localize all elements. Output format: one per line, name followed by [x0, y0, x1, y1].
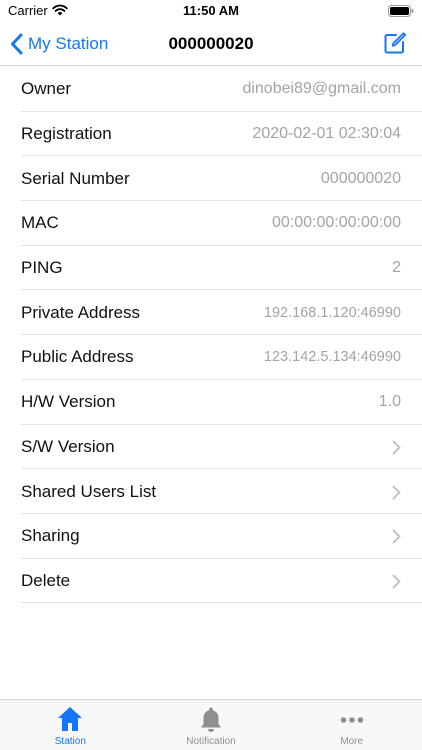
- row-ping: PING 2: [0, 246, 422, 291]
- tab-label: More: [340, 736, 364, 747]
- row-label: H/W Version: [21, 392, 116, 412]
- row-label: Sharing: [21, 526, 80, 546]
- row-label: Delete: [21, 570, 71, 590]
- public-address-value: 123.142.5.134:46990: [263, 349, 401, 366]
- registration-value: 2020-02-01 02:30:04: [252, 125, 401, 143]
- compose-icon[interactable]: [383, 31, 407, 55]
- more-icon: [340, 717, 363, 723]
- status-bar: Carrier 11:50 AM: [0, 0, 422, 22]
- chevron-right-icon: [392, 485, 401, 500]
- tab-label: Station: [54, 736, 86, 747]
- private-address-value: 192.168.1.120:46990: [263, 304, 401, 321]
- row-hw-version: H/W Version 1.0: [0, 380, 422, 425]
- row-label: Registration: [21, 124, 112, 144]
- row-label: Owner: [21, 79, 72, 99]
- tab-more[interactable]: More: [281, 700, 422, 750]
- row-sw-version[interactable]: S/W Version: [0, 425, 422, 470]
- home-icon: [58, 707, 83, 731]
- clock-time: 11:50 AM: [183, 3, 239, 18]
- row-registration: Registration 2020-02-01 02:30:04: [0, 112, 422, 157]
- station-detail-list: Owner dinobei89@gmail.com Registration 2…: [0, 67, 422, 603]
- tab-label: Notification: [186, 736, 236, 747]
- hw-version-value: 1.0: [378, 393, 401, 411]
- chevron-right-icon: [392, 440, 401, 455]
- serial-number-value: 000000020: [320, 169, 401, 187]
- tab-station[interactable]: Station: [0, 700, 141, 750]
- chevron-right-icon: [392, 529, 401, 544]
- row-label: Public Address: [21, 347, 134, 367]
- page-title: 000000020: [168, 34, 254, 53]
- row-sharing[interactable]: Sharing: [0, 514, 422, 559]
- navigation-bar: My Station 000000020: [0, 22, 422, 66]
- row-private-address: Private Address 192.168.1.120:46990: [0, 290, 422, 335]
- owner-value: dinobei89@gmail.com: [242, 80, 401, 98]
- row-public-address: Public Address 123.142.5.134:46990: [0, 335, 422, 380]
- row-label: Private Address: [21, 302, 141, 322]
- row-owner: Owner dinobei89@gmail.com: [0, 67, 422, 112]
- bell-icon: [201, 707, 221, 732]
- battery-icon: [388, 5, 414, 17]
- ping-value: 2: [392, 259, 401, 277]
- row-shared-users-list[interactable]: Shared Users List: [0, 469, 422, 514]
- mac-value: 00:00:00:00:00:00: [271, 214, 401, 232]
- row-label: Shared Users List: [21, 481, 157, 501]
- row-label: PING: [21, 258, 63, 278]
- row-delete[interactable]: Delete: [0, 559, 422, 604]
- row-mac: MAC 00:00:00:00:00:00: [0, 201, 422, 246]
- row-label: Serial Number: [21, 168, 130, 188]
- row-label: MAC: [21, 213, 59, 233]
- tab-notification[interactable]: Notification: [141, 700, 282, 750]
- chevron-right-icon: [392, 574, 401, 589]
- row-label: S/W Version: [21, 436, 115, 456]
- row-serial-number: Serial Number 000000020: [0, 156, 422, 201]
- tab-bar: Station Notification More: [0, 699, 422, 750]
